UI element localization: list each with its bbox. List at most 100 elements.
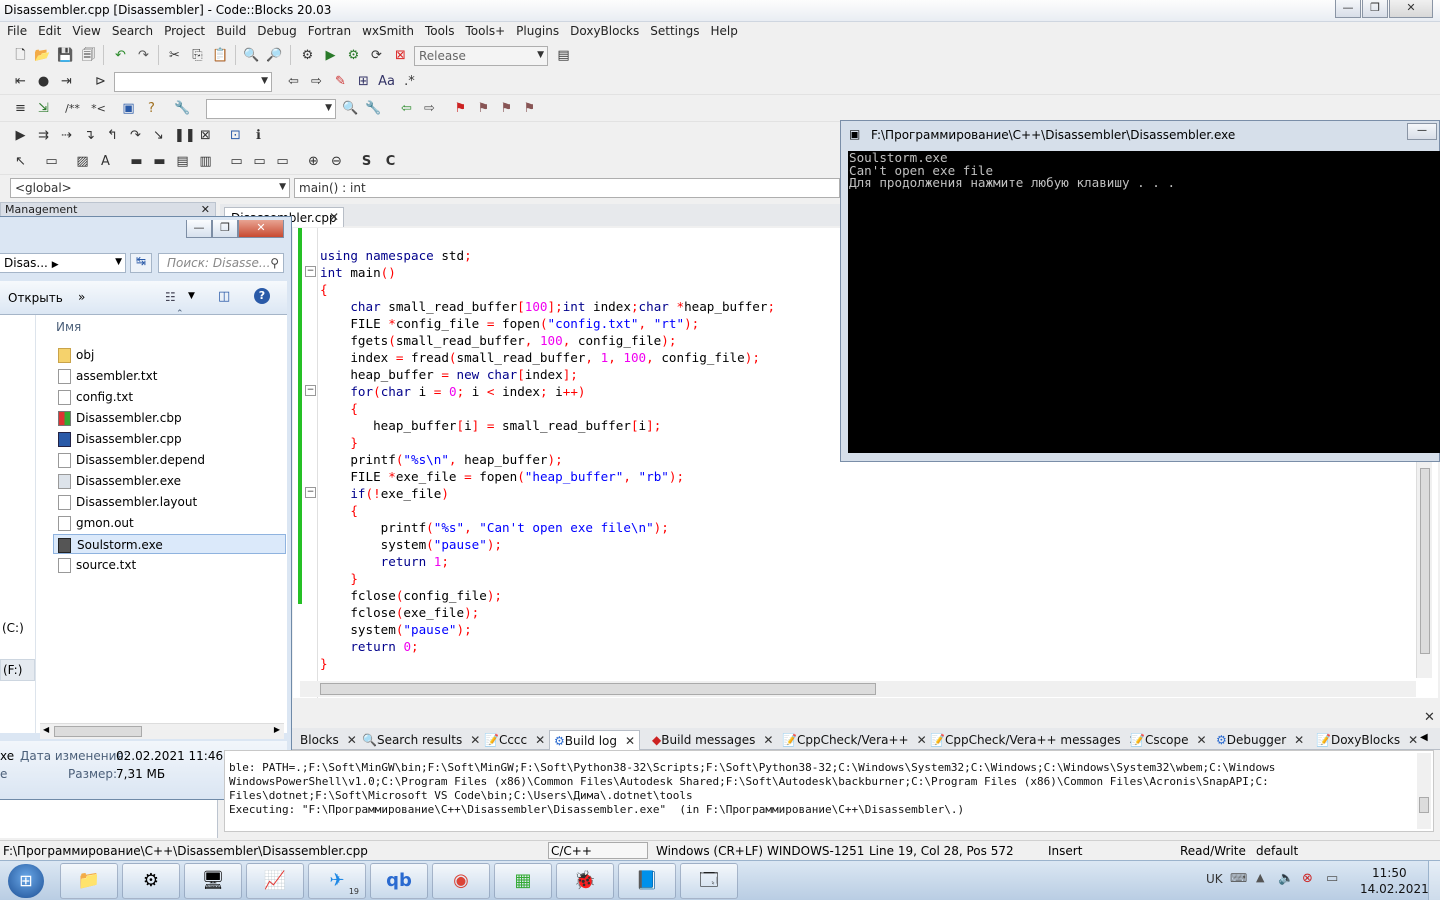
- menu-wxsmith[interactable]: wxSmith: [355, 22, 418, 38]
- debug-start-icon[interactable]: ▶: [12, 127, 29, 144]
- menu-file[interactable]: File: [0, 22, 31, 38]
- stack-icon[interactable]: ≡: [12, 100, 29, 117]
- open-command[interactable]: Открыть: [8, 291, 63, 305]
- menu-settings[interactable]: Settings: [643, 22, 703, 38]
- layout1-icon[interactable]: ▬: [128, 153, 145, 170]
- cut-icon[interactable]: ✂: [166, 47, 183, 64]
- tab-search-results[interactable]: 🔍Search results ✕: [358, 730, 484, 750]
- tray-up-icon[interactable]: ▲: [1256, 871, 1264, 884]
- menu-tools-plus[interactable]: Tools+: [459, 22, 510, 38]
- search-combo[interactable]: ▼: [206, 99, 336, 119]
- save-icon[interactable]: 💾: [57, 47, 74, 64]
- log-vertical-scrollbar[interactable]: [1417, 753, 1431, 829]
- menu-plugins[interactable]: Plugins: [509, 22, 563, 38]
- show-targets-icon[interactable]: ▤: [555, 47, 572, 64]
- window-task-icon[interactable]: 🗔: [680, 863, 738, 899]
- explorer-horizontal-scrollbar[interactable]: ◀ ▶: [40, 723, 284, 739]
- run-icon[interactable]: ▶: [322, 47, 339, 64]
- file-item[interactable]: gmon.out: [56, 513, 284, 533]
- abort-icon[interactable]: ⊠: [392, 47, 409, 64]
- telegram-task-icon[interactable]: ✈ 19: [308, 863, 366, 899]
- file-explorer-window[interactable]: — ❐ ✕ Disas... ▶ ▼ ↹ Поиск: Disasse... ⚲…: [0, 216, 292, 800]
- flag-clear-icon[interactable]: ⚑: [521, 100, 538, 117]
- fold-icon[interactable]: −: [305, 266, 316, 277]
- new-file-icon[interactable]: 🗋: [12, 47, 29, 64]
- next-icon[interactable]: ⇨: [421, 100, 438, 117]
- qbittorrent-task-icon[interactable]: qb: [370, 863, 428, 899]
- scroll-left-icon[interactable]: ◀: [1420, 732, 1428, 743]
- menu-help[interactable]: Help: [703, 22, 741, 38]
- drive-f[interactable]: (F:): [0, 659, 35, 681]
- menu-edit[interactable]: Edit: [31, 22, 65, 38]
- clock-time[interactable]: 11:50: [1372, 866, 1407, 880]
- editor-horizontal-scrollbar[interactable]: [300, 681, 1416, 697]
- build-icon[interactable]: ⚙: [299, 47, 316, 64]
- chevron-down-icon[interactable]: ▼: [188, 291, 195, 301]
- close-icon[interactable]: ✕: [1424, 710, 1435, 725]
- fold-icon[interactable]: −: [305, 487, 316, 498]
- bookmark-icon[interactable]: ●: [35, 73, 52, 90]
- close-icon[interactable]: ✕: [201, 203, 210, 217]
- search-go-icon[interactable]: 🔍: [342, 100, 359, 117]
- replace-icon[interactable]: 🔎: [266, 47, 283, 64]
- wrench-icon[interactable]: 🔧: [174, 100, 191, 117]
- next-line-icon[interactable]: ⇢: [58, 127, 75, 144]
- console-window[interactable]: ▣ F:\Программирование\C++\Disassembler\D…: [840, 120, 1440, 462]
- paste-icon[interactable]: 📋: [212, 47, 229, 64]
- search-input[interactable]: Поиск: Disasse... ⚲: [158, 253, 284, 273]
- power-icon[interactable]: ▭: [1326, 871, 1338, 886]
- tab-debugger[interactable]: ⚙Debugger ✕: [1212, 730, 1308, 750]
- zoom-out-icon[interactable]: ⊖: [328, 153, 345, 170]
- tab-doxyblocks[interactable]: 📝DoxyBlocks ✕: [1312, 730, 1422, 750]
- bug-task-icon[interactable]: 🐞: [556, 863, 614, 899]
- settings-task-icon[interactable]: ⚙: [122, 863, 180, 899]
- nav-forward-icon[interactable]: ⇨: [308, 73, 325, 90]
- chrome-task-icon[interactable]: ◉: [432, 863, 490, 899]
- scroll-left-icon[interactable]: ◀: [43, 725, 49, 734]
- doxy-html-icon[interactable]: ▣: [120, 100, 137, 117]
- editor-vertical-scrollbar[interactable]: [1416, 462, 1432, 678]
- flag-icon[interactable]: ⚑: [452, 100, 469, 117]
- jump-back-icon[interactable]: ⇤: [12, 73, 29, 90]
- menu-debug[interactable]: Debug: [250, 22, 300, 38]
- minimize-button[interactable]: —: [1335, 0, 1361, 18]
- refresh-icon[interactable]: ↹: [130, 253, 152, 273]
- pause-icon[interactable]: ❚❚: [174, 127, 196, 144]
- comment-block-icon[interactable]: /**: [64, 100, 81, 117]
- layout4-icon[interactable]: ▥: [197, 153, 214, 170]
- file-item[interactable]: Disassembler.layout: [56, 492, 284, 512]
- rebuild-icon[interactable]: ⟳: [368, 47, 385, 64]
- jump-forward-icon[interactable]: ⇥: [58, 73, 75, 90]
- explorer-task-icon[interactable]: 📁: [60, 863, 118, 899]
- scroll-thumb[interactable]: [1420, 468, 1430, 654]
- pointer-icon[interactable]: ↖: [12, 153, 29, 170]
- file-item[interactable]: source.txt: [56, 555, 284, 575]
- close-icon[interactable]: ✕: [347, 733, 357, 747]
- close-button[interactable]: ✕: [1389, 0, 1433, 18]
- scroll-thumb[interactable]: [54, 726, 142, 737]
- tab-blocks[interactable]: Blocks ✕: [296, 730, 361, 750]
- notepad-task-icon[interactable]: 📈: [246, 863, 304, 899]
- tab-build-log[interactable]: ⚙Build log ✕: [549, 730, 641, 750]
- regex-icon[interactable]: .*: [401, 73, 418, 90]
- save-all-icon[interactable]: 🗐: [80, 47, 97, 64]
- more-commands[interactable]: »: [78, 290, 85, 304]
- codeblocks-task-icon[interactable]: ▦: [494, 863, 552, 899]
- step-icon[interactable]: ⇲: [35, 100, 52, 117]
- close-icon[interactable]: ✕: [1197, 733, 1207, 747]
- tab-cccc[interactable]: 📝Cccc ✕: [480, 730, 549, 750]
- layout3-icon[interactable]: ▤: [174, 153, 191, 170]
- undo-icon[interactable]: ↶: [112, 47, 129, 64]
- tab-build-messages[interactable]: ◆Build messages ✕: [648, 730, 777, 750]
- comment-line-icon[interactable]: *<: [90, 100, 107, 117]
- build-log-output[interactable]: ble: PATH=.;F:\Soft\MinGW\bin;F:\Soft\Mi…: [224, 750, 1434, 832]
- s-icon[interactable]: S: [358, 153, 375, 170]
- run-to-cursor-icon[interactable]: ⇉: [35, 127, 52, 144]
- drive-c[interactable]: (C:): [2, 621, 24, 635]
- next-instruction-icon[interactable]: ↷: [127, 127, 144, 144]
- maximize-button[interactable]: ❐: [1362, 0, 1388, 18]
- c-icon[interactable]: C: [382, 153, 399, 170]
- build-target-select[interactable]: Release ▼: [414, 46, 548, 66]
- scroll-thumb[interactable]: [320, 683, 876, 695]
- status-language[interactable]: C/C++: [548, 842, 648, 859]
